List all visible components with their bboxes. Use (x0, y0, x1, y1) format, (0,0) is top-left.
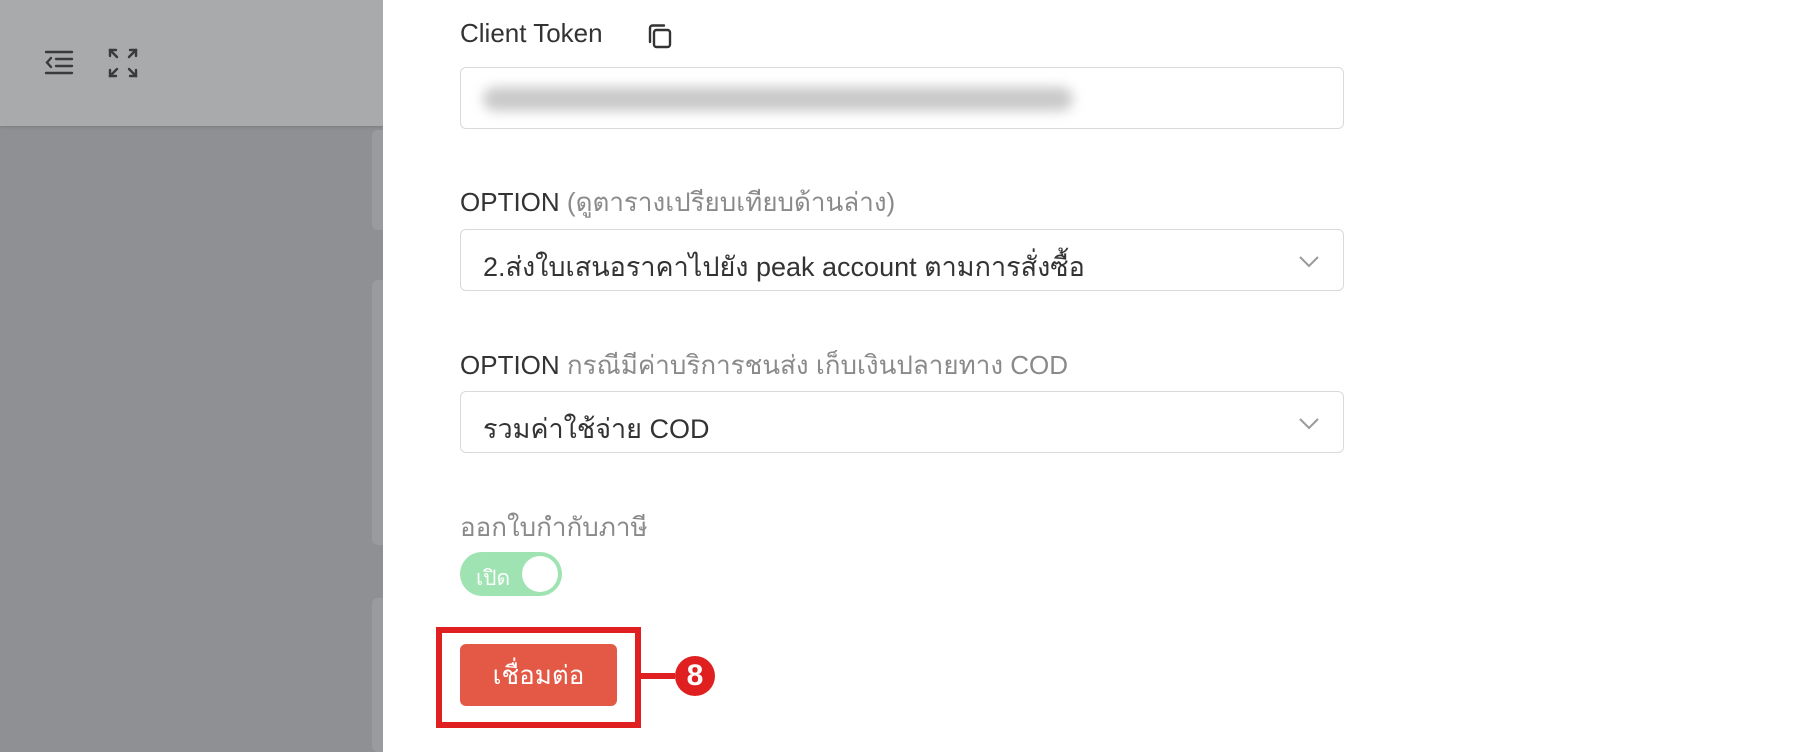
chevron-down-icon (1299, 256, 1319, 268)
option2-note: กรณีมีค่าบริการชนส่ง เก็บเงินปลายทาง COD (566, 350, 1069, 380)
client-token-input[interactable] (460, 67, 1344, 129)
fullscreen-icon[interactable] (106, 46, 140, 80)
option2-label: OPTION กรณีมีค่าบริการชนส่ง เก็บเงินปลาย… (460, 350, 1069, 380)
background-overlay (0, 0, 402, 752)
option1-selected-value: 2.ส่งใบเสนอราคาไปยัง peak account ตามการ… (483, 252, 1085, 282)
copy-icon[interactable] (646, 22, 674, 50)
option1-label: OPTION (ดูตารางเปรียบเทียบด้านล่าง) (460, 187, 896, 217)
toggle-knob (522, 556, 558, 592)
tax-invoice-label: ออกใบกำกับภาษี (460, 512, 648, 542)
option2-selected-value: รวมค่าใช้จ่าย COD (483, 414, 710, 444)
client-token-value-blurred (483, 87, 1073, 111)
chevron-down-icon (1299, 418, 1319, 430)
background-topbar (0, 0, 383, 126)
menu-collapse-icon[interactable] (42, 46, 76, 80)
client-token-label: Client Token (460, 18, 603, 48)
connect-button[interactable]: เชื่อมต่อ (460, 644, 617, 706)
option1-note: (ดูตารางเปรียบเทียบด้านล่าง) (566, 187, 896, 217)
toggle-state-text: เปิด (476, 567, 511, 590)
annotation-step-badge: 8 (675, 656, 715, 696)
annotation-callout-line (641, 673, 675, 679)
option2-select[interactable]: รวมค่าใช้จ่าย COD (460, 391, 1344, 453)
option1-select[interactable]: 2.ส่งใบเสนอราคาไปยัง peak account ตามการ… (460, 229, 1344, 291)
tax-invoice-toggle[interactable]: เปิด (460, 552, 562, 596)
